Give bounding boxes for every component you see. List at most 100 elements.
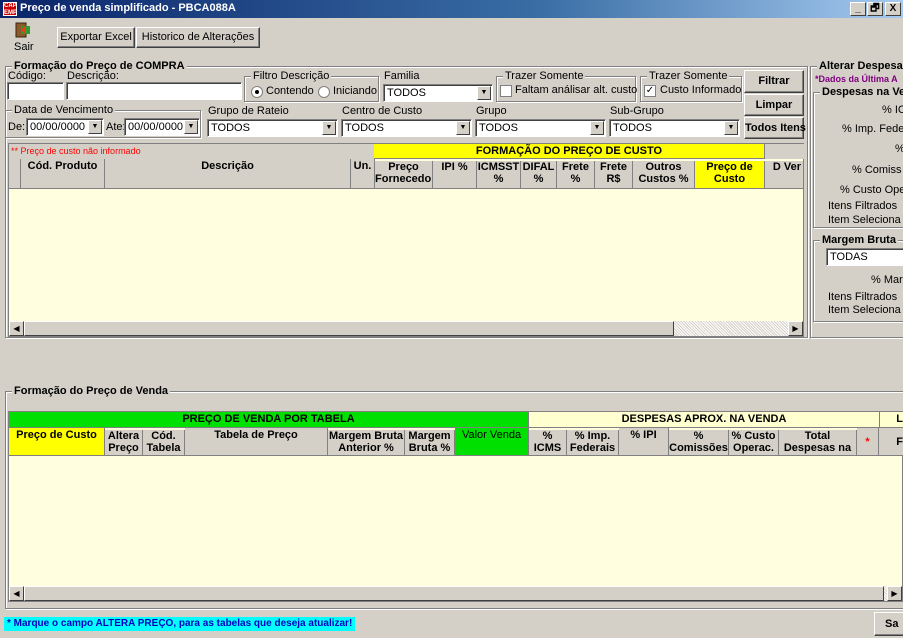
vcol-custo-operac[interactable]: % Custo Operac. — [729, 430, 779, 456]
rateio-select[interactable]: TODOS ▼ — [207, 119, 338, 137]
custo-grid-top-right — [765, 144, 804, 159]
maximize-button[interactable]: 🗗 — [867, 2, 883, 16]
vcol-valor-venda[interactable]: Valor Venda — [455, 428, 529, 456]
scroll-left-icon[interactable]: ◀ — [9, 321, 24, 336]
codigo-label: Código: — [8, 70, 46, 82]
chevron-down-icon[interactable]: ▼ — [477, 86, 491, 100]
chevron-down-icon[interactable]: ▼ — [184, 120, 198, 134]
centro-select[interactable]: TODOS ▼ — [341, 119, 472, 137]
vcol-ipi[interactable]: % IPI — [619, 428, 669, 456]
vcol-tabela-preco[interactable]: Tabela de Preço — [185, 428, 328, 456]
scroll-right-icon[interactable]: ▶ — [887, 586, 902, 601]
familia-select[interactable]: TODOS ▼ — [383, 84, 493, 102]
despesas-row-ipi: % — [895, 143, 903, 155]
vcol-margem-bruta[interactable]: Margem Bruta % — [405, 430, 455, 456]
grupo-select[interactable]: TODOS ▼ — [475, 119, 606, 137]
history-button[interactable]: Historico de Alterações — [136, 27, 260, 48]
vcol-altera-preco[interactable]: Altera Preço — [105, 430, 143, 456]
col-frete-rs[interactable]: Frete R$ — [595, 161, 633, 189]
de-date-input[interactable]: 00/00/0000 ▼ — [26, 118, 104, 136]
custo-grid-hscroll[interactable]: ◀ ▶ — [9, 321, 803, 336]
vcol-imp-federais[interactable]: % Imp. Federais — [567, 430, 619, 456]
venda-grid-hscroll[interactable]: ◀ ▶ — [9, 586, 902, 601]
col-d-ver[interactable]: D Ver — [765, 161, 804, 189]
centro-value: TODOS — [345, 122, 384, 134]
contendo-radio[interactable] — [251, 86, 263, 98]
familia-label: Familia — [384, 70, 420, 82]
vencimento-label: Data de Vencimento — [12, 104, 116, 116]
codigo-input[interactable] — [7, 82, 64, 100]
col-icmsst[interactable]: ICMSST % — [477, 161, 521, 189]
despesas-venda-label: Despesas na Ve — [820, 86, 903, 98]
despesas-itens-filtrados: Itens Filtrados — [828, 200, 898, 212]
scroll-thumb[interactable] — [24, 321, 674, 336]
venda-group-label: Formação do Preço de Venda — [12, 385, 171, 397]
close-button[interactable]: X — [885, 2, 901, 16]
faltam-analisar-label: Faltam análisar alt. custo — [515, 84, 638, 96]
chevron-down-icon[interactable]: ▼ — [322, 121, 336, 135]
contendo-label: Contendo — [266, 85, 314, 97]
vcol-cod-tabela[interactable]: Cód. Tabela — [143, 430, 185, 456]
grupo-label: Grupo — [476, 105, 507, 117]
chevron-down-icon[interactable]: ▼ — [724, 121, 738, 135]
venda-band-tabela: PREÇO DE VENDA POR TABELA — [9, 412, 529, 428]
vcol-f[interactable]: F — [879, 428, 903, 456]
despesas-row-imp-federais: % Imp. Fede — [842, 123, 903, 135]
col-preco-fornecedor[interactable]: Preço Fornecedor — [375, 161, 433, 189]
col-difal[interactable]: DIFAL % — [521, 161, 557, 189]
ate-label: Ate: — [106, 121, 126, 133]
scroll-right-icon[interactable]: ▶ — [788, 321, 803, 336]
subgrupo-label: Sub-Grupo — [610, 105, 664, 117]
chevron-down-icon[interactable]: ▼ — [456, 121, 470, 135]
vcol-preco-custo[interactable]: Preço de Custo — [9, 428, 105, 456]
vcol-icms[interactable]: % ICMS — [529, 430, 567, 456]
ate-date-value: 00/00/0000 — [128, 121, 184, 133]
filtro-descricao-label: Filtro Descrição — [251, 70, 332, 82]
chevron-down-icon[interactable]: ▼ — [88, 120, 102, 134]
col-preco-custo[interactable]: Preço de Custo — [695, 161, 765, 189]
despesas-subtitle: *Dados da Última A — [815, 74, 898, 84]
rateio-value: TODOS — [211, 122, 250, 134]
despesas-row-icms: % IC — [882, 104, 903, 116]
vcol-margem-anterior[interactable]: Margem Bruta Anterior % — [328, 430, 405, 456]
col-descricao[interactable]: Descrição — [105, 159, 351, 189]
col-un[interactable]: Un. — [351, 159, 375, 189]
col-frete-pct[interactable]: Frete % — [557, 161, 595, 189]
custo-grid[interactable]: ** Preço de custo não informado FORMAÇÃO… — [8, 143, 804, 337]
col-cod-produto[interactable]: Cód. Produto — [21, 159, 105, 189]
limpar-button[interactable]: Limpar — [744, 94, 804, 116]
scroll-left-icon[interactable]: ◀ — [9, 586, 24, 601]
export-excel-button[interactable]: Exportar Excel — [57, 27, 135, 48]
vcol-total-despesas[interactable]: Total Despesas na Venda R$ — [779, 430, 857, 456]
trazer-somente-label-2: Trazer Somente — [647, 70, 730, 82]
margem-bruta-select[interactable]: TODAS — [826, 248, 903, 266]
todos-itens-button[interactable]: Todos Itens — [744, 117, 806, 139]
margem-row-pct: % Mar — [871, 274, 903, 286]
window-title: Preço de venda simplificado - PBCA088A — [20, 2, 236, 14]
subgrupo-select[interactable]: TODOS ▼ — [609, 119, 740, 137]
save-button[interactable]: Sa — [874, 612, 903, 636]
iniciando-radio[interactable] — [318, 86, 330, 98]
title-bar[interactable]: CAP EMP Preço de venda simplificado - PB… — [0, 0, 903, 18]
col-outros-custos[interactable]: Outros Custos % — [633, 161, 695, 189]
scroll-thumb[interactable] — [24, 586, 884, 601]
custo-informado-checkbox[interactable]: ✓ — [644, 85, 656, 97]
custo-nao-informado-note: ** Preço de custo não informado — [11, 146, 141, 156]
exit-button[interactable]: Sair — [8, 22, 38, 58]
chevron-down-icon[interactable]: ▼ — [590, 121, 604, 135]
footer-note: * Marque o campo ALTERA PREÇO, para as t… — [4, 617, 356, 631]
venda-band-despesas: DESPESAS APROX. NA VENDA — [529, 412, 880, 428]
exit-label: Sair — [14, 41, 34, 53]
despesas-group-label: Alterar Despesas — [817, 60, 903, 72]
de-label: De: — [8, 121, 26, 133]
minimize-button[interactable]: _ — [850, 2, 866, 16]
vcol-comissoes[interactable]: % Comissões — [669, 430, 729, 456]
faltam-analisar-checkbox[interactable] — [500, 85, 512, 97]
venda-grid[interactable]: PREÇO DE VENDA POR TABELA DESPESAS APROX… — [8, 411, 903, 602]
vcol-asterisk[interactable]: * — [857, 428, 879, 456]
filtrar-button[interactable]: Filtrar — [744, 70, 804, 93]
col-ipi[interactable]: IPI % — [433, 161, 477, 189]
ate-date-input[interactable]: 00/00/0000 ▼ — [124, 118, 200, 136]
descricao-input[interactable] — [66, 82, 242, 100]
rateio-label: Grupo de Rateio — [208, 105, 289, 117]
